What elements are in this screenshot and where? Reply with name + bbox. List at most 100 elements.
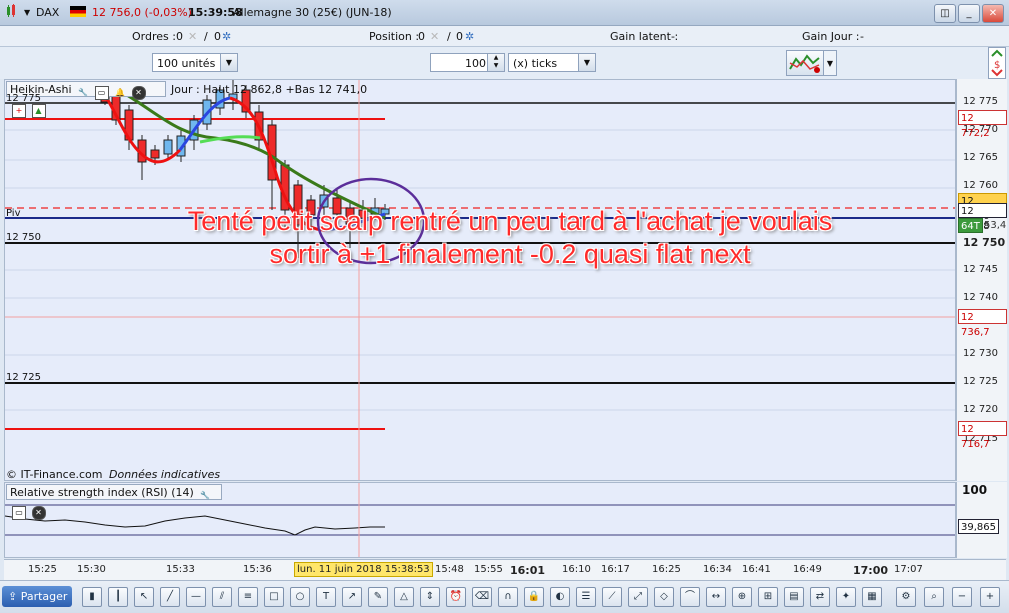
fibonacci-icon[interactable]: ≡ — [238, 587, 258, 607]
zoom-fit-icon[interactable]: ⌕ — [924, 587, 944, 607]
draw-icon-11[interactable]: ▦ — [862, 587, 882, 607]
candle-icon[interactable]: ▮ — [82, 587, 102, 607]
annotation-line-1: Tenté petit scalp rentré un peu tard à l… — [187, 206, 833, 236]
y-tick: 12 730 — [963, 348, 998, 359]
wrench-icon[interactable]: 🔧 — [77, 87, 89, 99]
time-label: 15:30 — [77, 564, 106, 575]
rsi-panel[interactable]: Relative strength index (RSI) (14) 🔧 ▭ ✕ — [4, 482, 956, 558]
window-icon[interactable]: ▭ — [12, 506, 26, 520]
chevron-down-icon[interactable]: ▼ — [578, 54, 595, 71]
level-12725-label: 12 725 — [6, 372, 41, 383]
draw-icon-1[interactable]: ⟋ — [602, 587, 622, 607]
close-button[interactable]: ✕ — [982, 4, 1004, 23]
draw-icon-6[interactable]: ⊕ — [732, 587, 752, 607]
share-label: Partager — [20, 590, 68, 603]
line-tool-icon[interactable]: ╱ — [160, 587, 180, 607]
close-icon[interactable]: ✕ — [31, 506, 46, 520]
instrument-name[interactable]: DAX — [36, 6, 59, 19]
pen-tool-icon[interactable]: ✎ — [368, 587, 388, 607]
draw-icon-2[interactable]: ⤢ — [628, 587, 648, 607]
annotation-text: Tenté petit scalp rentré un peu tard à l… — [150, 205, 870, 271]
rsi-header[interactable]: Relative strength index (RSI) (14) 🔧 ▭ ✕ — [6, 484, 222, 520]
hline-tool-icon[interactable]: — — [186, 587, 206, 607]
price-chart[interactable]: Heikin-Ashi 🔧 ▭ 🔔 ✕ + ▲ Jour : Haut 12 8… — [4, 79, 956, 481]
time-label: 15:33 — [166, 564, 195, 575]
draw-icon-8[interactable]: ▤ — [784, 587, 804, 607]
time-axis[interactable]: 15:25 15:30 15:33 15:36 lun. 11 juin 201… — [4, 559, 1006, 580]
side-scroll-widget[interactable]: $ — [988, 47, 1006, 79]
time-label: 15:36 — [243, 564, 272, 575]
settings-icon[interactable]: ⚙ — [896, 587, 916, 607]
time-label: 16:41 — [742, 564, 771, 575]
draw-icon-10[interactable]: ✦ — [836, 587, 856, 607]
gain-latent-value: - — [671, 30, 675, 43]
draw-icon-3[interactable]: ◇ — [654, 587, 674, 607]
chart-type-icon[interactable] — [5, 4, 19, 18]
y-tick: 12 760 — [963, 180, 998, 191]
y-tick: 12 720 — [963, 404, 998, 415]
price-axis[interactable]: 12 775 12 770 12 765 12 760 12 750 12 74… — [956, 79, 1007, 481]
info-bar: Ordres : 0 ✕ / 0 ✲ Position : 0 ✕ / 0 ✲ … — [0, 26, 1009, 47]
screenshot-button[interactable]: ◫ — [934, 4, 956, 23]
zoom-in-icon[interactable]: + — [980, 587, 1000, 607]
orders-value: 0 — [176, 30, 183, 43]
triangle-tool-icon[interactable]: △ — [394, 587, 414, 607]
position-cancel-icon[interactable]: ✕ — [430, 30, 439, 43]
share-button[interactable]: ⇪ Partager — [2, 586, 72, 607]
orders-zero: 0 — [214, 30, 221, 43]
draw-icon-9[interactable]: ⇄ — [810, 587, 830, 607]
y-tick: 12 725 — [963, 376, 998, 387]
zoom-out-icon[interactable]: − — [952, 587, 972, 607]
add-icon[interactable]: + — [12, 104, 26, 118]
rsi-axis[interactable]: 100 39,865 — [956, 482, 1007, 558]
templates-icon[interactable]: ☰ — [576, 587, 596, 607]
time-label: 16:10 — [562, 564, 591, 575]
position-zero: 0 — [456, 30, 463, 43]
draw-icon-4[interactable]: ⌒ — [680, 587, 700, 607]
copyright-text: © IT-Finance.com — [6, 468, 103, 481]
strategy-button[interactable] — [786, 50, 824, 76]
arrow-tool-icon[interactable]: ↗ — [342, 587, 362, 607]
annotation-line-2: sortir à +1 finalement -0.2 quasi flat n… — [269, 239, 751, 269]
magnet-icon[interactable]: ∩ — [498, 587, 518, 607]
draw-icon-5[interactable]: ↔ — [706, 587, 726, 607]
bar-icon[interactable]: ┃ — [108, 587, 128, 607]
text-tool-icon[interactable]: T — [316, 587, 336, 607]
rsi-title: Relative strength index (RSI) (14) — [10, 486, 194, 499]
time-label: 16:34 — [703, 564, 732, 575]
level-12750-label: 12 750 — [6, 232, 41, 243]
units-select[interactable]: 100 unités ▼ — [152, 53, 238, 72]
position-gear-icon[interactable]: ✲ — [465, 30, 474, 43]
wrench-icon[interactable]: 🔧 — [199, 490, 211, 502]
ticks-unit-select[interactable]: (x) ticks ▼ — [508, 53, 596, 72]
y-tick: 12 765 — [963, 152, 998, 163]
draw-icon-7[interactable]: ⊞ — [758, 587, 778, 607]
dropdown-arrow-icon[interactable]: ▼ — [24, 8, 30, 17]
channel-tool-icon[interactable]: ⫽ — [212, 587, 232, 607]
y-tick: 12 775 — [963, 96, 998, 107]
rectangle-tool-icon[interactable]: □ — [264, 587, 284, 607]
pointer-icon[interactable]: ↖ — [134, 587, 154, 607]
time-label: 16:17 — [601, 564, 630, 575]
strategy-dropdown[interactable]: ▼ — [824, 50, 837, 76]
arrow-up-icon[interactable]: ▲ — [31, 104, 46, 118]
close-icon[interactable]: ✕ — [131, 86, 146, 100]
measure-tool-icon[interactable]: ⇕ — [420, 587, 440, 607]
alert-tool-icon[interactable]: ⏰ — [446, 587, 466, 607]
y-tick: 12 745 — [963, 264, 998, 275]
bell-icon[interactable]: 🔔 — [114, 87, 126, 99]
ticks-stepper[interactable]: 100 ▲ ▼ — [430, 53, 505, 72]
time-label: 15:48 — [435, 564, 464, 575]
orders-cancel-icon[interactable]: ✕ — [188, 30, 197, 43]
orders-gear-icon[interactable]: ✲ — [222, 30, 231, 43]
window-icon[interactable]: ▭ — [94, 86, 109, 100]
stepper-arrows-icon[interactable]: ▲ ▼ — [487, 54, 504, 71]
hide-icon[interactable]: ◐ — [550, 587, 570, 607]
orders-label: Ordres : — [132, 30, 176, 43]
lock-icon[interactable]: 🔒 — [524, 587, 544, 607]
chevron-down-icon[interactable]: ▼ — [220, 54, 237, 71]
ellipse-tool-icon[interactable]: ○ — [290, 587, 310, 607]
position-value: 0 — [418, 30, 425, 43]
minimize-button[interactable]: _ — [958, 4, 980, 23]
eraser-icon[interactable]: ⌫ — [472, 587, 492, 607]
